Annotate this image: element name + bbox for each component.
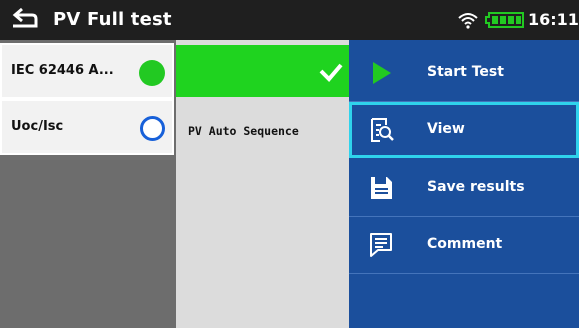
list-item-label: IEC 62446 A...: [11, 63, 114, 78]
start-test-label: Start Test: [427, 64, 504, 80]
play-icon: [373, 62, 391, 84]
save-results-button[interactable]: Save results: [349, 160, 579, 216]
list-item-iec-62446[interactable]: IEC 62446 A...: [0, 43, 174, 99]
view-button[interactable]: View: [349, 102, 579, 158]
menu-divider: [349, 273, 579, 274]
view-icon: [371, 118, 394, 142]
list-item-label: Uoc/Isc: [11, 119, 64, 134]
back-icon: [12, 7, 38, 28]
instrument-screen: PV Full test 16:11 IEC 62446 A... Uoc/Is…: [0, 0, 579, 328]
status-empty-icon: [140, 116, 165, 141]
comment-icon: [370, 233, 392, 257]
battery-icon: [485, 12, 524, 28]
header-bar: PV Full test 16:11: [0, 0, 579, 40]
save-results-label: Save results: [427, 179, 525, 195]
list-item-uoc-isc[interactable]: Uoc/Isc: [0, 99, 174, 155]
save-icon: [371, 177, 392, 199]
clock: 16:11: [528, 10, 579, 29]
back-button[interactable]: [6, 4, 46, 36]
check-icon: [319, 63, 343, 82]
status-passed-icon: [139, 60, 165, 86]
start-test-button[interactable]: Start Test: [349, 45, 579, 101]
page-title: PV Full test: [53, 9, 172, 30]
wifi-icon: [458, 13, 478, 29]
sequence-label: PV Auto Sequence: [188, 124, 299, 138]
view-label: View: [427, 121, 465, 137]
comment-button[interactable]: Comment: [349, 217, 579, 273]
comment-label: Comment: [427, 236, 503, 252]
